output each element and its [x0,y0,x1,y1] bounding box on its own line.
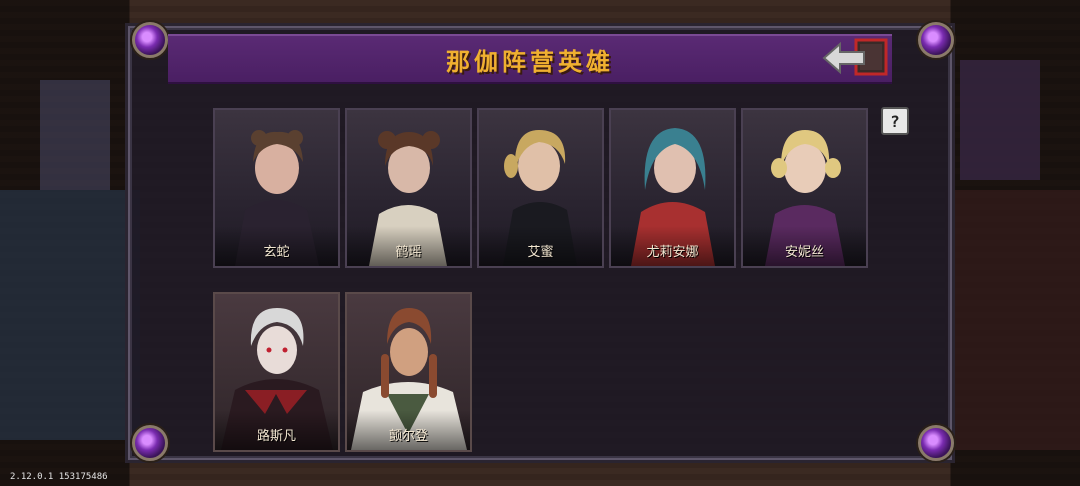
hero-name: 颤尔登 [388,429,428,444]
version-label: 2.12.0.1 153175486 [10,472,108,482]
background-decor [0,190,140,440]
back-arrow-icon [822,38,888,76]
hero-card-lusifan[interactable]: 路斯凡 [213,292,340,452]
hero-card-xuanshe[interactable]: 玄蛇 [213,108,340,268]
back-button[interactable] [820,34,890,82]
hero-name: 安妮丝 [784,245,824,260]
hero-card-heyao[interactable]: 鹤瑶 [345,108,472,268]
hero-name: 艾蜜 [527,245,554,260]
corner-gem-icon [132,22,168,58]
background-decor [40,80,110,190]
hero-card-chanerdeng[interactable]: 颤尔登 [345,292,472,452]
background-decor [945,190,1080,450]
hero-card-annisi[interactable]: 安妮丝 [741,108,868,268]
hero-card-yulianna[interactable]: 尤莉安娜 [609,108,736,268]
help-button[interactable]: ? [881,107,909,135]
hero-name: 玄蛇 [263,245,290,260]
corner-gem-icon [918,425,954,461]
page-title: 那伽阵营英雄 [446,47,614,76]
corner-gem-icon [918,22,954,58]
hero-card-aimi[interactable]: 艾蜜 [477,108,604,268]
hero-name: 鹤瑶 [395,245,422,260]
corner-gem-icon [132,425,168,461]
hero-name: 路斯凡 [256,429,296,444]
background-decor [960,60,1040,180]
title-bar: 那伽阵营英雄 [168,34,892,84]
hero-name: 尤莉安娜 [646,245,699,260]
